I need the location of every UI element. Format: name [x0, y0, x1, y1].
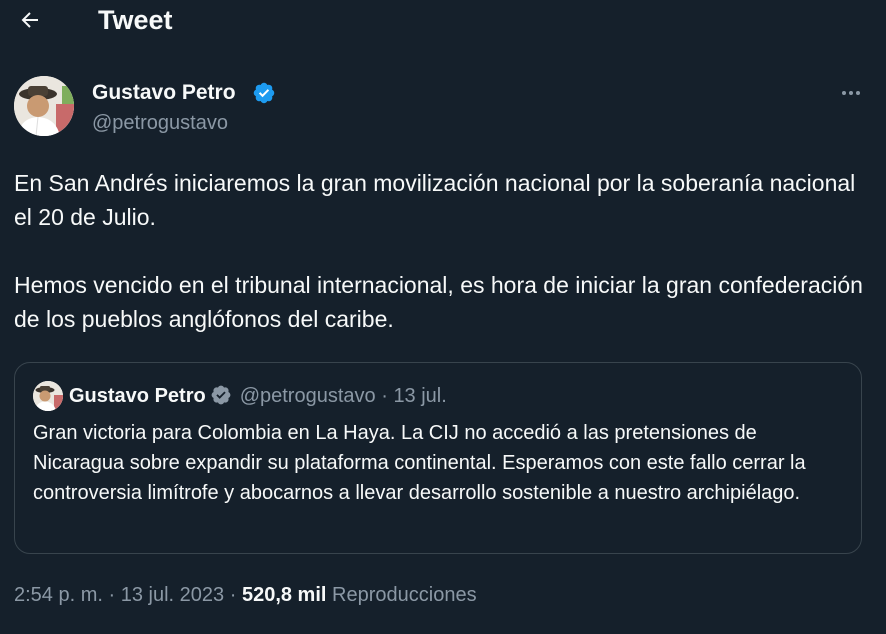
tweet-metadata: 2:54 p. m. · 13 jul. 2023 · 520,8 mil Re… — [14, 580, 477, 610]
views-count: 520,8 mil — [241, 584, 327, 606]
views-label: Reproducciones — [332, 584, 477, 606]
quoted-handle: @petrogustavo — [239, 385, 376, 407]
more-options-button[interactable] — [834, 78, 868, 108]
author-display-name[interactable]: Gustavo Petro — [92, 80, 236, 106]
quoted-tweet-header: Gustavo Petro @petrogustavo · 13 jul. — [69, 382, 447, 410]
quoted-avatar — [33, 381, 63, 411]
more-horizontal-icon — [842, 91, 860, 95]
tweet-text: En San Andrés iniciaremos la gran movili… — [14, 166, 874, 336]
quoted-tweet-text: Gran victoria para Colombia en La Haya. … — [33, 422, 806, 504]
page-title: Tweet — [98, 5, 173, 35]
quoted-date: 13 jul. — [393, 385, 447, 407]
verified-badge-icon — [211, 385, 231, 405]
quoted-display-name: Gustavo Petro — [69, 385, 206, 407]
tweet-paragraph: En San Andrés iniciaremos la gran movili… — [14, 170, 856, 230]
author-handle[interactable]: @petrogustavo — [92, 110, 228, 136]
separator-dot: · — [108, 584, 116, 606]
tweet-author: Gustavo Petro @petrogustavo — [14, 76, 874, 138]
quoted-avatar-image — [33, 381, 63, 411]
quoted-tweet-card[interactable]: Gustavo Petro @petrogustavo · 13 jul. Gr… — [14, 362, 862, 554]
arrow-left-icon — [21, 12, 38, 28]
verified-badge-icon — [253, 82, 275, 104]
separator-dot: · — [381, 385, 388, 407]
tweet-date[interactable]: 13 jul. 2023 — [121, 584, 224, 606]
separator-dot: · — [229, 584, 237, 606]
avatar-image — [14, 76, 74, 136]
tweet-paragraph: Hemos vencido en el tribunal internacion… — [14, 272, 863, 332]
back-button[interactable] — [12, 2, 48, 38]
top-bar: Tweet — [0, 0, 886, 42]
avatar[interactable] — [14, 76, 74, 136]
tweet-time[interactable]: 2:54 p. m. — [14, 584, 103, 606]
